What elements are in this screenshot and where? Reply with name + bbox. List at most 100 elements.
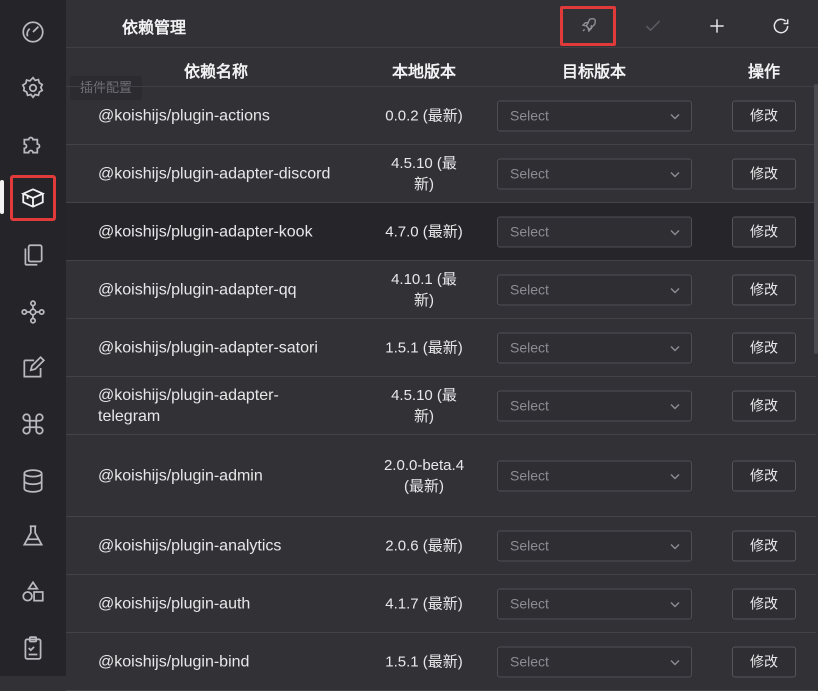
chevron-down-icon	[670, 473, 680, 479]
select-placeholder: Select	[510, 165, 549, 181]
header: 依赖管理	[66, 0, 818, 48]
local-version: 4.10.1 (最新)	[391, 270, 457, 309]
chevron-down-icon	[670, 113, 680, 119]
dependency-name: @koishijs/plugin-adapter-qq	[98, 281, 297, 298]
target-version-select[interactable]: Select	[497, 274, 692, 305]
edit-button[interactable]: 修改	[732, 274, 796, 305]
edit-icon[interactable]	[10, 345, 56, 391]
chevron-down-icon	[670, 601, 680, 607]
chevron-down-icon	[670, 229, 680, 235]
chevron-down-icon	[670, 543, 680, 549]
table-row: @koishijs/plugin-actions 0.0.2 (最新) Select…	[66, 87, 816, 145]
network-icon[interactable]	[10, 289, 56, 335]
dependency-name: @koishijs/plugin-bind	[98, 653, 250, 670]
select-placeholder: Select	[510, 537, 549, 553]
chevron-down-icon	[670, 659, 680, 665]
page-title: 依赖管理	[122, 20, 187, 37]
table-header: 依赖名称 本地版本 目标版本 操作	[66, 48, 816, 87]
column-local-version: 本地版本	[392, 64, 457, 81]
target-version-select[interactable]: Select	[497, 100, 692, 131]
column-action: 操作	[748, 64, 781, 81]
local-version: 1.5.1 (最新)	[385, 339, 463, 356]
local-version: 2.0.6 (最新)	[385, 537, 463, 554]
edit-button[interactable]: 修改	[732, 158, 796, 189]
edit-button[interactable]: 修改	[732, 530, 796, 561]
target-version-select[interactable]: Select	[497, 646, 692, 677]
chevron-down-icon	[670, 403, 680, 409]
puzzle-icon[interactable]	[10, 121, 56, 167]
target-version-select[interactable]: Select	[497, 530, 692, 561]
local-version: 2.0.0-beta.4 (最新)	[383, 456, 465, 495]
dashboard-icon[interactable]	[10, 9, 56, 55]
confirm-button[interactable]	[625, 6, 681, 46]
dependency-name: @koishijs/plugin-auth	[98, 595, 251, 612]
dependency-name: @koishijs/plugin-adapter-telegram	[98, 386, 279, 425]
target-version-select[interactable]: Select	[497, 588, 692, 619]
table-body: @koishijs/plugin-actions 0.0.2 (最新) Select…	[66, 87, 816, 691]
edit-button[interactable]: 修改	[732, 646, 796, 677]
local-version: 4.5.10 (最新)	[391, 154, 457, 193]
edit-button[interactable]: 修改	[732, 100, 796, 131]
rocket-button[interactable]	[560, 6, 616, 46]
select-placeholder: Select	[510, 595, 549, 611]
dependency-name: @koishijs/plugin-adapter-kook	[98, 223, 313, 240]
select-placeholder: Select	[510, 653, 549, 669]
dependency-name: @koishijs/plugin-adapter-satori	[98, 339, 318, 356]
dependency-name: @koishijs/plugin-analytics	[98, 537, 282, 554]
table-row: @koishijs/plugin-admin 2.0.0-beta.4 (最新) S…	[66, 435, 816, 517]
select-placeholder: Select	[510, 467, 549, 483]
edit-button[interactable]: 修改	[732, 216, 796, 247]
target-version-select[interactable]: Select	[497, 332, 692, 363]
select-placeholder: Select	[510, 281, 549, 297]
refresh-icon	[773, 18, 789, 34]
local-version: 1.5.1 (最新)	[385, 653, 463, 670]
table-row: @koishijs/plugin-bind 1.5.1 (最新) Select 修改	[66, 633, 816, 691]
add-button[interactable]	[689, 6, 745, 46]
check-icon	[645, 20, 661, 32]
shapes-icon[interactable]	[10, 569, 56, 615]
files-icon[interactable]	[10, 232, 56, 278]
column-name: 依赖名称	[184, 64, 249, 81]
edit-button[interactable]: 修改	[732, 390, 796, 421]
clipboard-icon[interactable]	[10, 625, 56, 671]
package-box-icon[interactable]	[10, 175, 56, 221]
sidebar	[0, 0, 66, 676]
edit-button[interactable]: 修改	[732, 588, 796, 619]
dependency-name: @koishijs/plugin-admin	[98, 467, 263, 484]
local-version: 4.1.7 (最新)	[385, 595, 463, 612]
target-version-select[interactable]: Select	[497, 460, 692, 491]
target-version-select[interactable]: Select	[497, 158, 692, 189]
dependency-name: @koishijs/plugin-actions	[98, 107, 270, 124]
select-placeholder: Select	[510, 339, 549, 355]
table-row: @koishijs/plugin-adapter-telegram 4.5.10 …	[66, 377, 816, 435]
column-target-version: 目标版本	[562, 64, 627, 81]
active-indicator	[0, 180, 4, 214]
chevron-down-icon	[670, 287, 680, 293]
flask-icon[interactable]	[10, 513, 56, 559]
table-row: @koishijs/plugin-auth 4.1.7 (最新) Select 修改	[66, 575, 816, 633]
plus-icon	[710, 19, 724, 33]
local-version: 4.7.0 (最新)	[385, 223, 463, 240]
select-placeholder: Select	[510, 397, 549, 413]
target-version-select[interactable]: Select	[497, 216, 692, 247]
table-row: @koishijs/plugin-adapter-satori 1.5.1 (最新…	[66, 319, 816, 377]
table-row: @koishijs/plugin-adapter-discord 4.5.10 (…	[66, 145, 816, 203]
scrollbar[interactable]	[814, 84, 818, 354]
refresh-button[interactable]	[753, 6, 809, 46]
table-row: @koishijs/plugin-analytics 2.0.6 (最新) Sele…	[66, 517, 816, 575]
gear-icon[interactable]	[10, 65, 56, 111]
target-version-select[interactable]: Select	[497, 390, 692, 421]
chevron-down-icon	[670, 345, 680, 351]
dependency-name: @koishijs/plugin-adapter-discord	[98, 165, 331, 182]
dependency-table: 依赖名称 本地版本 目标版本 操作 @koishijs/plugin-actio…	[66, 48, 816, 691]
edit-button[interactable]: 修改	[732, 460, 796, 491]
select-placeholder: Select	[510, 223, 549, 239]
command-icon[interactable]	[10, 401, 56, 447]
local-version: 0.0.2 (最新)	[385, 107, 463, 124]
local-version: 4.5.10 (最新)	[391, 386, 457, 425]
select-placeholder: Select	[510, 107, 549, 123]
chevron-down-icon	[670, 171, 680, 177]
edit-button[interactable]: 修改	[732, 332, 796, 363]
database-icon[interactable]	[10, 458, 56, 504]
table-row: @koishijs/plugin-adapter-kook 4.7.0 (最新) S…	[66, 203, 816, 261]
